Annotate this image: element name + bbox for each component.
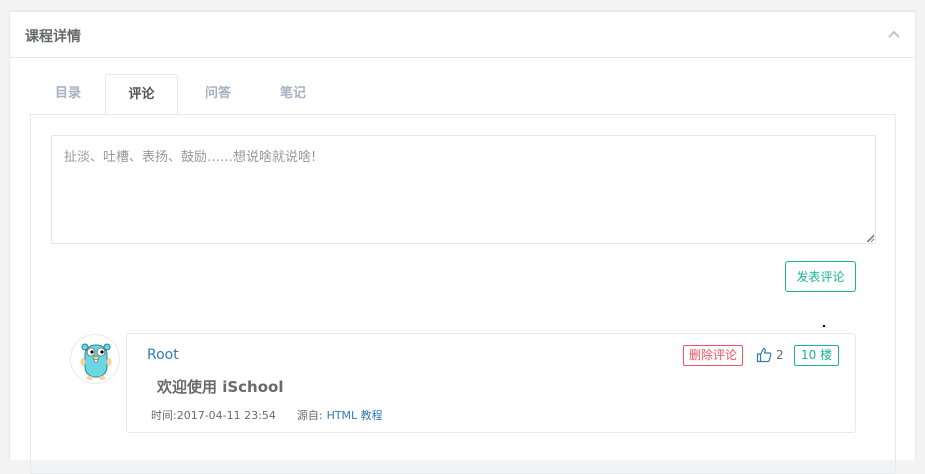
floor-badge: 10 楼	[794, 345, 840, 366]
time-label: 时间:	[151, 409, 177, 422]
tab-qa[interactable]: 问答	[188, 74, 248, 115]
panel-header: 课程详情	[10, 12, 915, 58]
delete-comment-button[interactable]: 删除评论	[683, 345, 744, 366]
source-label: 源自:	[296, 409, 323, 422]
panel-title: 课程详情	[25, 29, 81, 45]
tab-bar: 目录 评论 问答 笔记	[30, 74, 895, 115]
avatar[interactable]	[70, 334, 120, 384]
thumbs-up-icon[interactable]	[756, 347, 772, 363]
comment-input[interactable]	[51, 135, 876, 244]
gopher-avatar-icon	[80, 343, 112, 380]
comment-meta: 时间:2017-04-11 23:54 源自: HTML 教程	[151, 407, 383, 423]
comment-body: 欢迎使用 iSchool	[157, 378, 284, 396]
tab-comments[interactable]: 评论	[105, 74, 178, 115]
comments-tab-content: 发表评论 Root 删除评论	[30, 114, 896, 474]
cursor-dot	[823, 325, 825, 327]
chevron-up-icon[interactable]	[888, 30, 900, 38]
tab-notes[interactable]: 笔记	[263, 74, 323, 115]
tab-catalog[interactable]: 目录	[38, 74, 98, 115]
resize-handle-icon[interactable]	[867, 235, 875, 243]
comment-time: 2017-04-11 23:54	[176, 409, 276, 422]
post-comment-button[interactable]: 发表评论	[785, 261, 856, 292]
like-count: 2	[776, 348, 784, 362]
comment-card: Root 删除评论 2 10 楼 欢迎使用 iSchool 时间:2017-04…	[126, 333, 856, 433]
course-detail-panel: 课程详情 目录 评论 问答 笔记 发表评论	[9, 10, 916, 474]
source-link[interactable]: HTML 教程	[327, 409, 383, 422]
comment-username[interactable]: Root	[147, 347, 179, 363]
